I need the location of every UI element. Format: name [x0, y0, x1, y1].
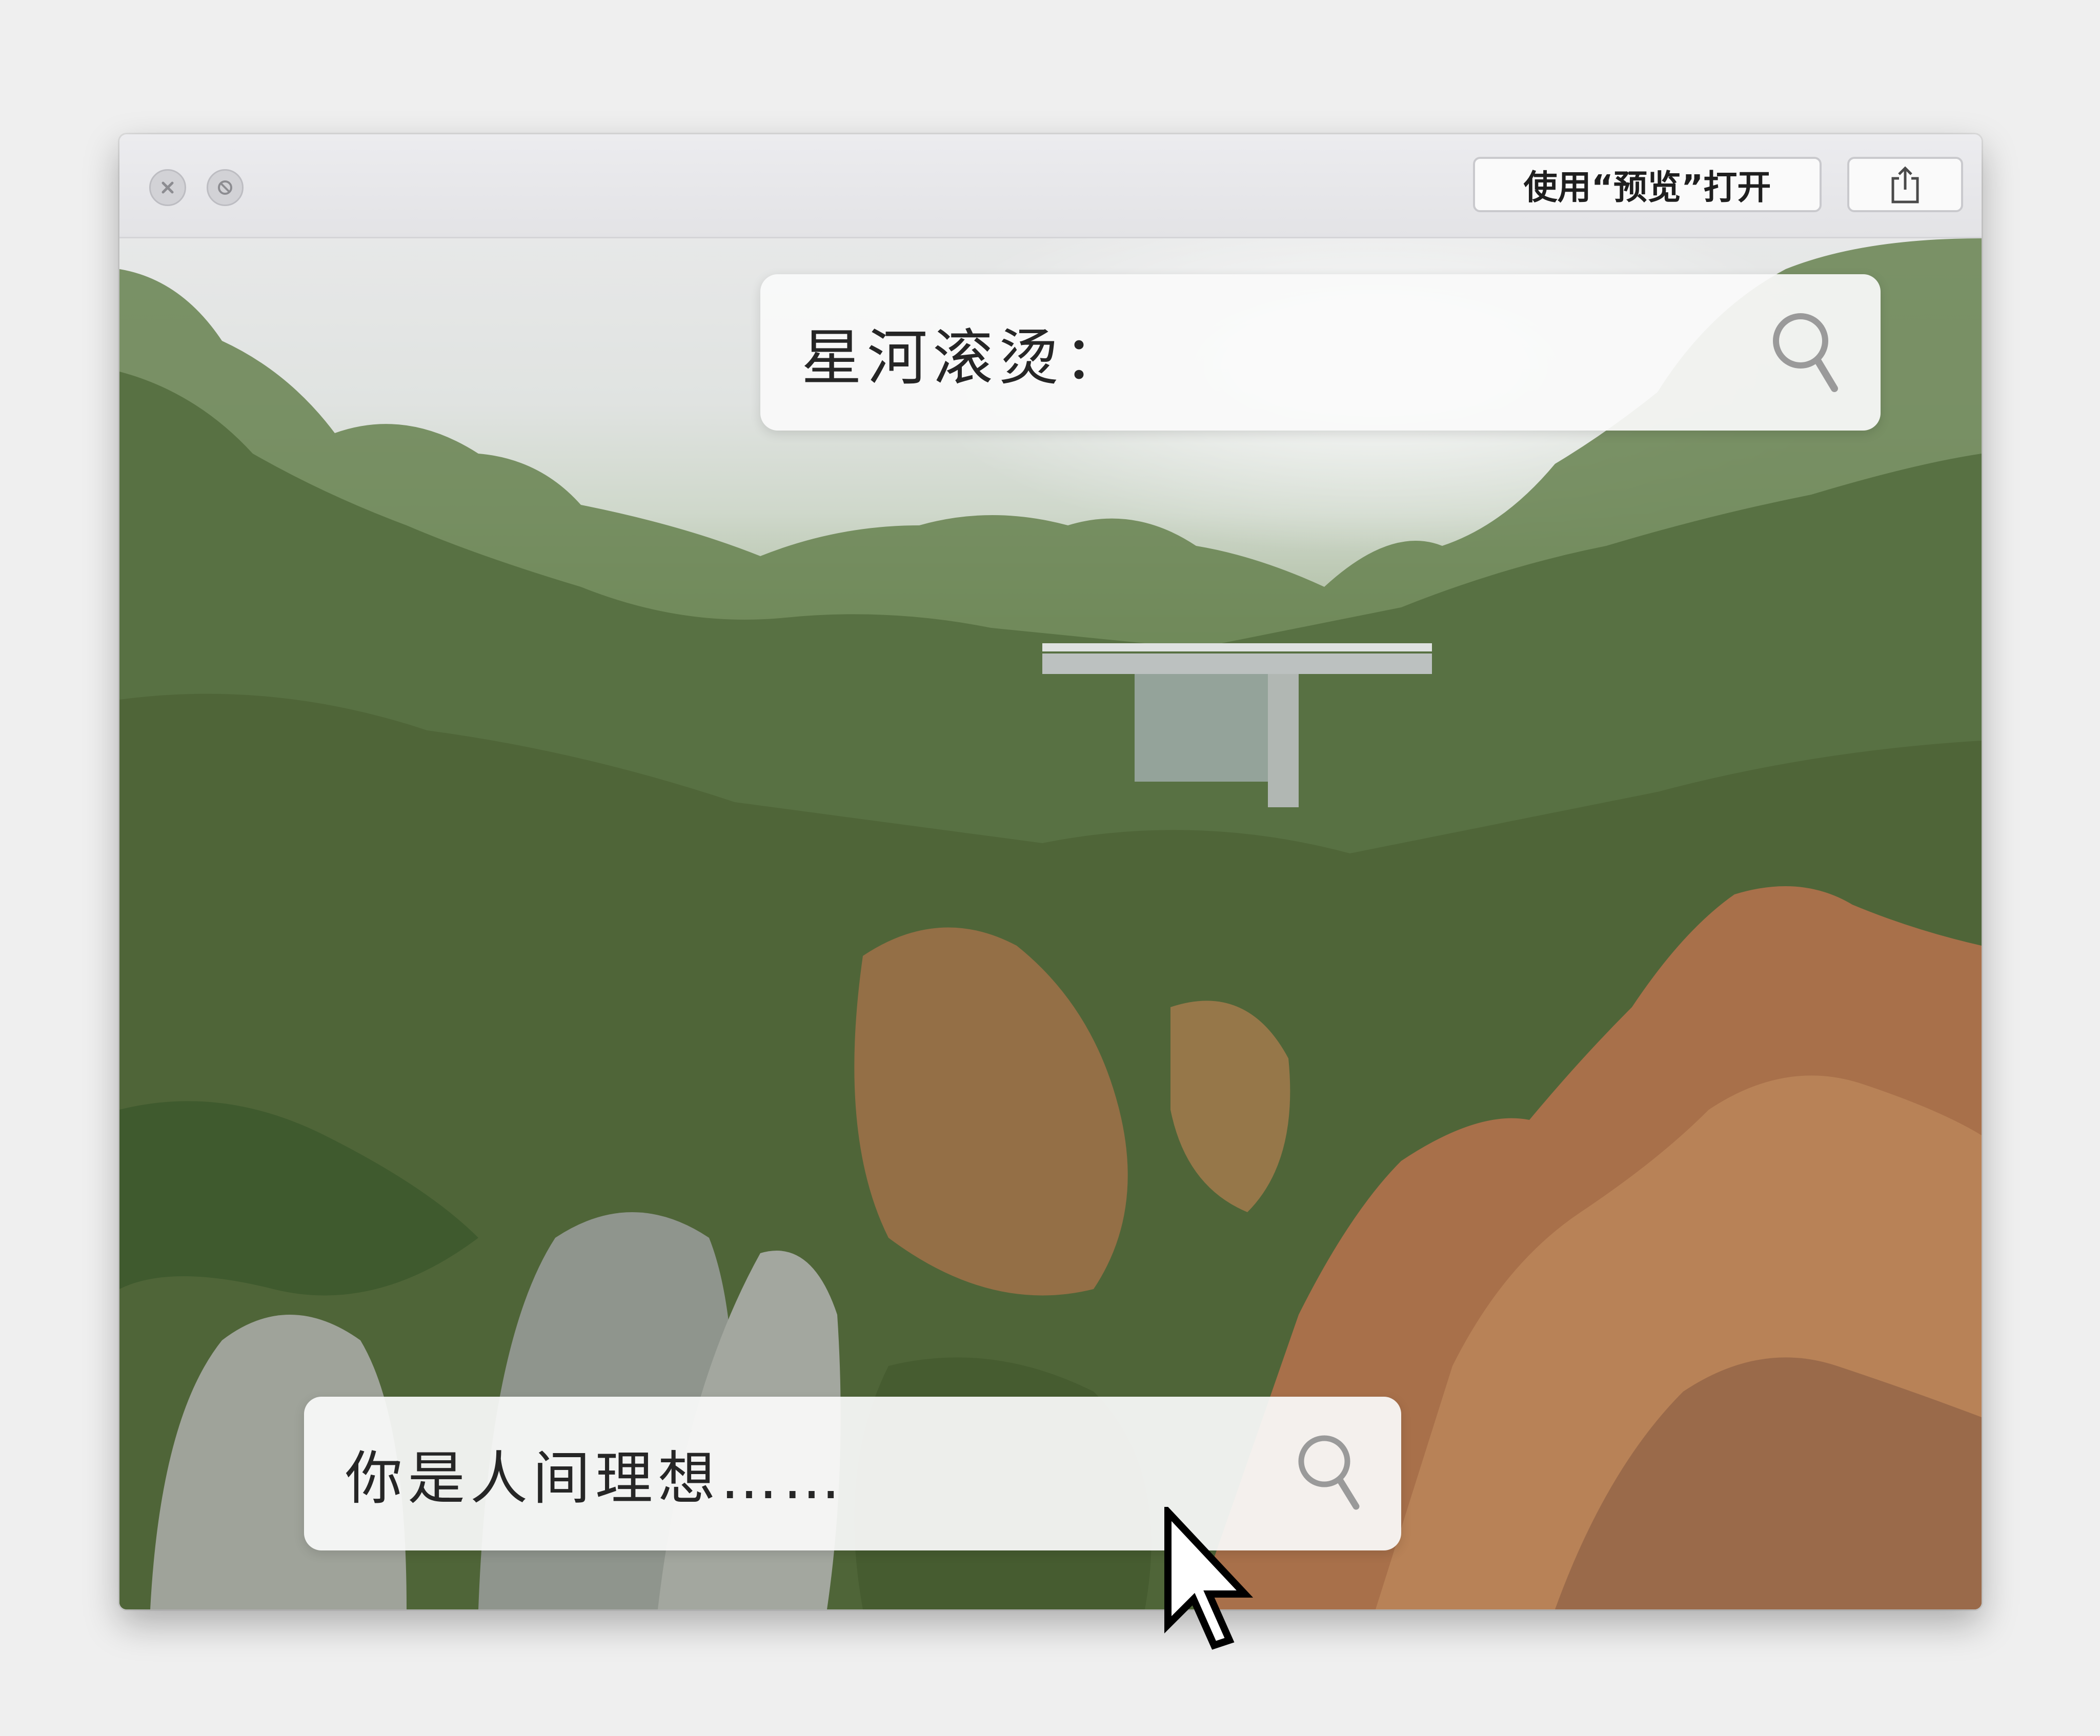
search-text-bottom: 你是人间理想……	[345, 1445, 845, 1512]
preview-window: 使用“预览”打开 星河滚烫： 你是人间理想……	[119, 134, 1982, 1609]
search-bar-top[interactable]: 星河滚烫：	[760, 274, 1881, 431]
share-icon	[1891, 166, 1919, 203]
close-button[interactable]	[149, 169, 186, 206]
mouse-pointer-icon	[1164, 1507, 1254, 1650]
titlebar: 使用“预览”打开	[119, 134, 1982, 238]
open-with-preview-button[interactable]: 使用“预览”打开	[1473, 157, 1822, 212]
landscape-photo: 星河滚烫： 你是人间理想……	[119, 238, 1982, 1609]
search-icon	[1773, 313, 1838, 392]
search-text-top: 星河滚烫：	[801, 322, 1130, 393]
close-icon	[161, 181, 174, 194]
minimize-button[interactable]	[207, 169, 244, 206]
minimize-icon	[218, 180, 232, 195]
search-icon	[1298, 1435, 1360, 1510]
share-button[interactable]	[1847, 157, 1963, 212]
